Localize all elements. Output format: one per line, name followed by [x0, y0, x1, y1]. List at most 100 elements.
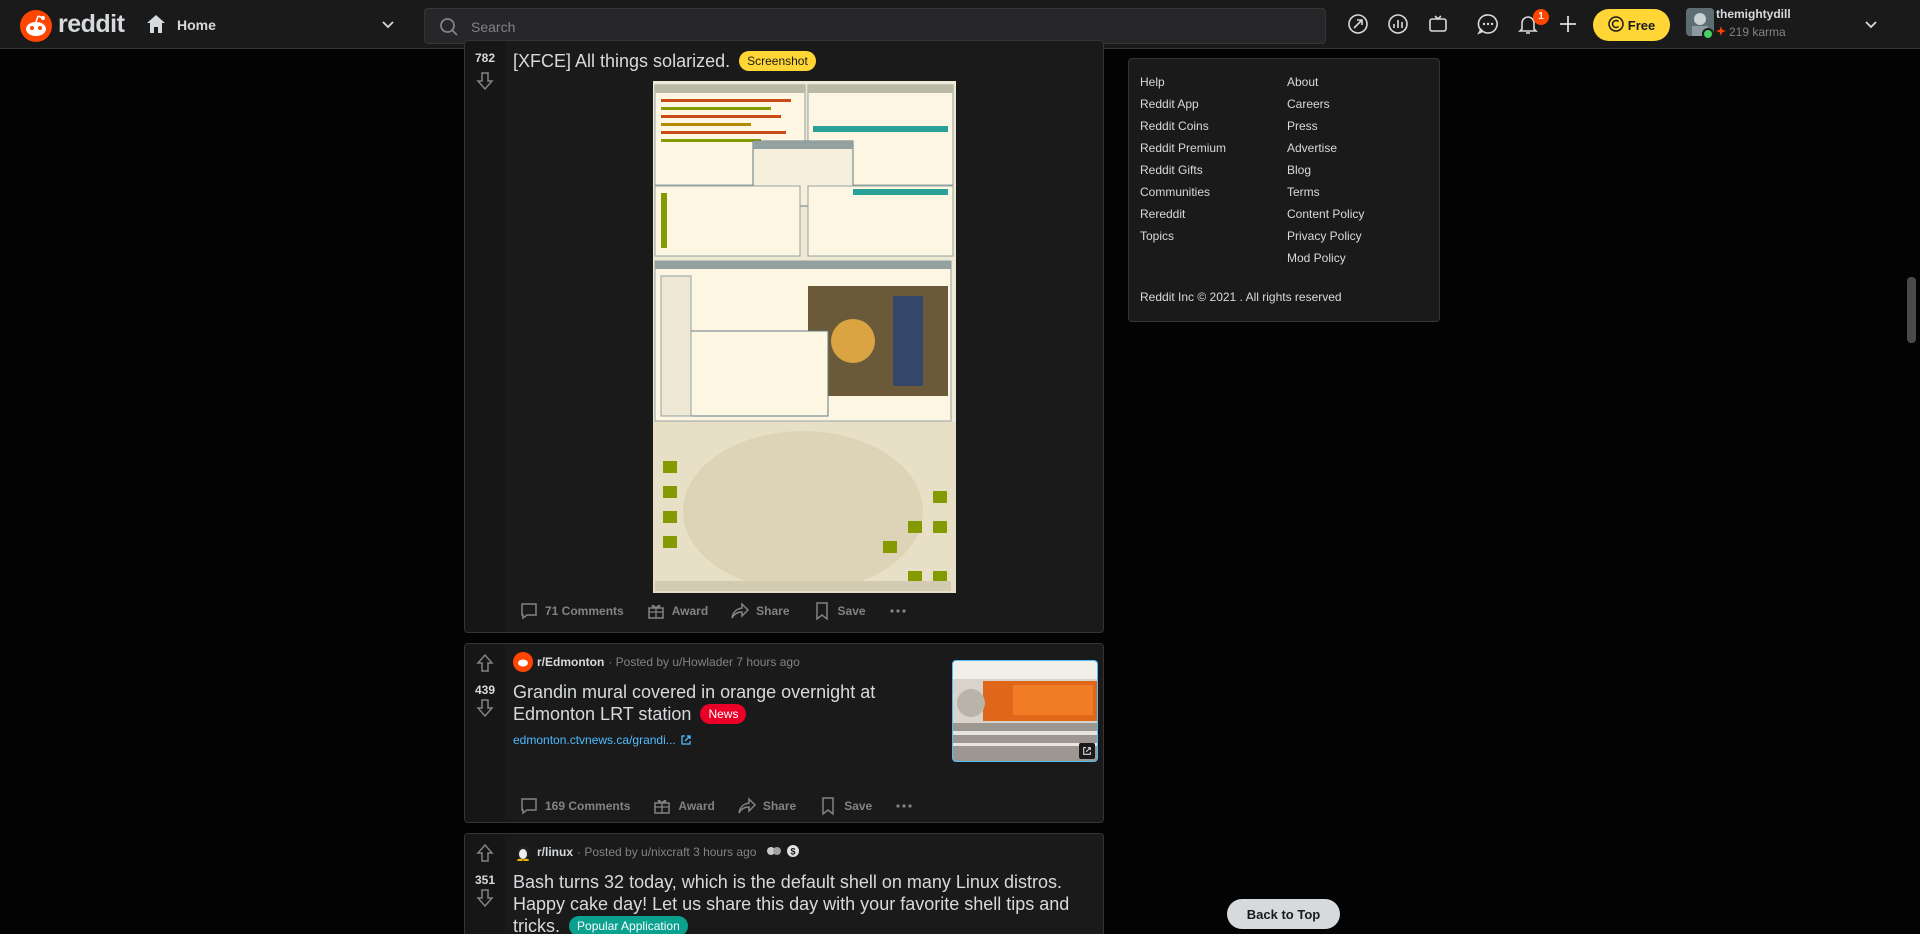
footer-link-about[interactable]: About [1287, 71, 1364, 93]
award-label: Award [671, 604, 709, 618]
footer-link-reddit-coins[interactable]: Reddit Coins [1140, 115, 1226, 137]
downvote-arrow-icon[interactable] [475, 888, 495, 908]
vote-column [465, 41, 505, 632]
footer-link-careers[interactable]: Careers [1287, 93, 1364, 115]
post-card[interactable]: 439 r/Edmonton · Posted by u/Howlader 7 … [464, 643, 1104, 823]
award-icon [654, 799, 671, 814]
post-image[interactable] [653, 81, 956, 593]
external-link-icon [1079, 743, 1095, 759]
post-card[interactable]: 782 [XFCE] All things solarized. Screens… [464, 40, 1104, 633]
save-button[interactable]: Save [810, 790, 880, 822]
post-title[interactable]: Grandin mural covered in orange overnigh… [513, 681, 913, 725]
footer-link-reddit-gifts[interactable]: Reddit Gifts [1140, 159, 1226, 181]
award-icon [647, 604, 664, 619]
karma-icon [1716, 25, 1726, 39]
reddit-wordmark[interactable]: reddit [58, 10, 125, 39]
home-dropdown[interactable]: Home [145, 12, 216, 38]
search-bar[interactable] [424, 8, 1326, 45]
footer-link-reddit-premium[interactable]: Reddit Premium [1140, 137, 1226, 159]
home-label: Home [177, 17, 216, 33]
page-scrollbar[interactable] [1903, 49, 1920, 934]
footer-link-topics[interactable]: Topics [1140, 225, 1226, 247]
footer-link-privacy-policy[interactable]: Privacy Policy [1287, 225, 1364, 247]
footer-link-press[interactable]: Press [1287, 115, 1364, 137]
chevron-down-icon[interactable] [1863, 16, 1879, 37]
subreddit-icon[interactable] [513, 652, 533, 672]
silver-award-icon: $ [786, 844, 800, 861]
bookmark-icon [815, 602, 828, 621]
external-link-icon [681, 735, 691, 745]
share-button[interactable]: Share [722, 595, 797, 627]
post-score: 439 [474, 683, 496, 697]
chevron-down-icon[interactable] [380, 16, 396, 37]
link-text: edmonton.ctvnews.ca/grandi... [513, 733, 676, 747]
share-label: Share [762, 799, 797, 813]
search-icon [439, 17, 459, 42]
footer-link-reddit-app[interactable]: Reddit App [1140, 93, 1226, 115]
all-icon[interactable] [1386, 12, 1410, 36]
reddit-live-icon[interactable] [1426, 12, 1450, 36]
post-flair[interactable]: Popular Application [569, 916, 688, 934]
post-score: 351 [474, 873, 496, 887]
upvote-arrow-icon[interactable] [475, 653, 495, 673]
post-title-text: [XFCE] All things solarized. [513, 51, 731, 71]
comments-button[interactable]: 71 Comments [511, 595, 632, 627]
posted-by-text[interactable]: · Posted by u/Howlader 7 hours ago [608, 655, 799, 669]
tux-penguin-icon[interactable] [513, 842, 533, 862]
chat-icon[interactable] [1476, 12, 1500, 36]
more-options-icon[interactable] [886, 790, 922, 822]
free-premium-button[interactable]: Free [1593, 9, 1670, 41]
posted-by-text[interactable]: · Posted by u/nixcraft 3 hours ago [577, 845, 756, 859]
footer-link-mod-policy[interactable]: Mod Policy [1287, 247, 1364, 269]
save-label: Save [844, 799, 873, 813]
back-to-top-button[interactable]: Back to Top [1227, 899, 1340, 929]
home-icon [145, 13, 167, 38]
upvote-arrow-icon[interactable] [475, 843, 495, 863]
share-label: Share [756, 604, 790, 618]
save-button[interactable]: Save [804, 595, 874, 627]
post-card[interactable]: 351 r/linux · Posted by u/nixcraft 3 hou… [464, 833, 1104, 934]
post-title[interactable]: [XFCE] All things solarized. Screenshot [513, 50, 816, 72]
award-label: Award [678, 799, 715, 813]
comments-button[interactable]: 169 Comments [511, 790, 638, 822]
username-label[interactable]: themightydill [1716, 7, 1791, 21]
post-flair[interactable]: Screenshot [739, 51, 816, 71]
footer-link-communities[interactable]: Communities [1140, 181, 1226, 203]
online-status-dot [1702, 28, 1714, 40]
post-meta: r/linux · Posted by u/nixcraft 3 hours a… [513, 842, 800, 862]
comment-icon [521, 798, 537, 815]
more-options-icon[interactable] [880, 595, 916, 627]
scrollbar-thumb[interactable] [1907, 277, 1916, 343]
footer-links-column-2: About Careers Press Advertise Blog Terms… [1287, 71, 1364, 269]
footer-link-content-policy[interactable]: Content Policy [1287, 203, 1364, 225]
comments-count: 169 Comments [545, 799, 631, 813]
notification-count-badge: 1 [1533, 9, 1549, 25]
post-thumbnail[interactable] [952, 660, 1098, 762]
footer-link-rereddit[interactable]: Rereddit [1140, 203, 1226, 225]
popular-icon[interactable] [1346, 12, 1370, 36]
free-label: Free [1627, 17, 1656, 33]
downvote-arrow-icon[interactable] [475, 71, 495, 91]
footer-link-help[interactable]: Help [1140, 71, 1226, 93]
subreddit-link[interactable]: r/Edmonton [537, 655, 604, 669]
post-title[interactable]: Bash turns 32 today, which is the defaul… [513, 871, 1093, 934]
comment-icon [521, 603, 537, 620]
downvote-arrow-icon[interactable] [475, 698, 495, 718]
bookmark-icon [822, 797, 834, 816]
award-button[interactable]: Award [638, 595, 716, 627]
create-post-plus-icon[interactable] [1556, 12, 1580, 36]
award-badge-icon [766, 844, 782, 861]
external-link[interactable]: edmonton.ctvnews.ca/grandi... [513, 733, 692, 747]
award-button[interactable]: Award [644, 790, 722, 822]
reddit-logo-icon[interactable] [20, 10, 52, 42]
footer-link-advertise[interactable]: Advertise [1287, 137, 1364, 159]
share-button[interactable]: Share [729, 790, 804, 822]
post-flair[interactable]: News [700, 704, 747, 724]
subreddit-link[interactable]: r/linux [537, 845, 573, 859]
post-meta: r/Edmonton · Posted by u/Howlader 7 hour… [513, 652, 800, 672]
footer-link-terms[interactable]: Terms [1287, 181, 1364, 203]
comments-count: 71 Comments [545, 604, 624, 618]
footer-link-blog[interactable]: Blog [1287, 159, 1364, 181]
post-score: 782 [474, 51, 496, 65]
copyright-text: Reddit Inc © 2021 . All rights reserved [1140, 290, 1342, 304]
